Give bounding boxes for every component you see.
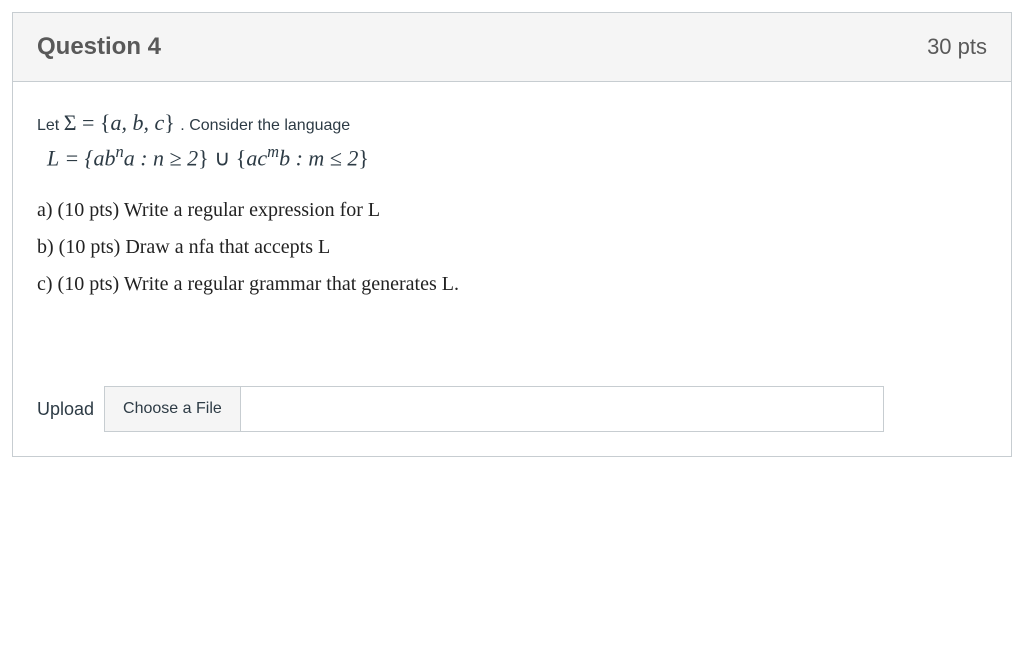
question-points: 30 pts xyxy=(927,34,987,60)
language-definition: L = {abna : n ≥ 2} ∪ {acmb : m ≤ 2} xyxy=(47,142,987,171)
lang-a-cond: a : n ≥ 2 xyxy=(124,145,198,170)
upload-label: Upload xyxy=(37,399,94,420)
lang-exp-n: n xyxy=(115,142,123,161)
question-card: Question 4 30 pts Let Σ = {a, b, c} . Co… xyxy=(12,12,1012,457)
lang-ac: ac xyxy=(246,145,267,170)
alphabet-definition: Let Σ = {a, b, c} . Consider the languag… xyxy=(37,110,987,136)
upload-row: Upload Choose a File xyxy=(37,386,987,432)
lang-exp-m: m xyxy=(267,142,279,161)
lang-mid: } ∪ { xyxy=(198,145,246,170)
question-title: Question 4 xyxy=(37,33,161,61)
subparts: a) (10 pts) Write a regular expression f… xyxy=(37,199,987,296)
file-input-box[interactable]: Choose a File xyxy=(104,386,884,432)
question-header: Question 4 30 pts xyxy=(13,13,1011,82)
lang-ab: ab xyxy=(93,145,115,170)
consider-label: . Consider the language xyxy=(180,117,350,134)
question-body: Let Σ = {a, b, c} . Consider the languag… xyxy=(13,82,1011,456)
sigma-prefix: Σ = { xyxy=(64,110,111,135)
sigma-items: a, b, c xyxy=(110,110,164,135)
let-label: Let xyxy=(37,117,64,134)
part-a: a) (10 pts) Write a regular expression f… xyxy=(37,199,987,222)
part-b: b) (10 pts) Draw a nfa that accepts L xyxy=(37,236,987,259)
lang-b-cond: b : m ≤ 2 xyxy=(279,145,358,170)
sigma-suffix: } xyxy=(164,110,175,135)
lang-suffix: } xyxy=(358,145,369,170)
choose-file-button[interactable]: Choose a File xyxy=(105,387,241,431)
lang-prefix: L = { xyxy=(47,145,93,170)
part-c: c) (10 pts) Write a regular grammar that… xyxy=(37,273,987,296)
